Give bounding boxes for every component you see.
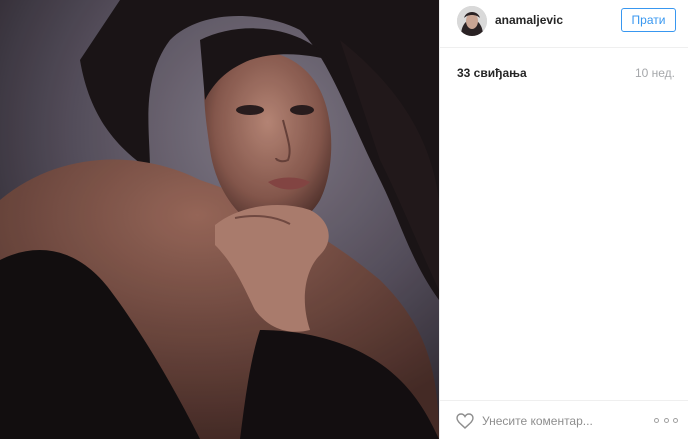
post-age[interactable]: 10 нед.: [635, 66, 675, 80]
comment-input[interactable]: [482, 410, 642, 432]
avatar-image: [457, 6, 487, 36]
dot-icon: [654, 417, 659, 423]
username-link[interactable]: anamaljevic: [495, 13, 563, 27]
dot-icon: [673, 417, 678, 423]
follow-button[interactable]: Прати: [621, 8, 676, 32]
avatar[interactable]: [457, 6, 487, 36]
post-sidebar: anamaljevic Прати 33 свиђања 10 нед.: [439, 0, 688, 439]
likes-count[interactable]: 33 свиђања: [457, 66, 527, 80]
portrait-photo: [0, 0, 439, 439]
dot-icon: [663, 417, 669, 423]
comment-bar: [440, 400, 688, 439]
post-photo[interactable]: [0, 0, 439, 439]
heart-icon[interactable]: [456, 413, 474, 429]
post-header: anamaljevic Прати: [440, 0, 688, 48]
more-options-icon[interactable]: [654, 413, 678, 427]
